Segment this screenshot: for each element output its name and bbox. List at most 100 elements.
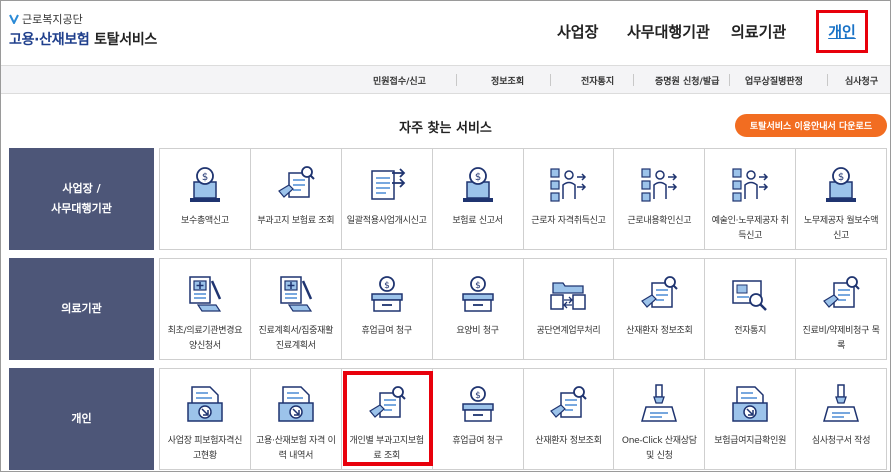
service-tile[interactable]: $ 보험료 신고서 (433, 149, 524, 249)
subnav-disease[interactable]: 업무상질병판정 (745, 74, 803, 87)
medical-document-icon (184, 273, 226, 315)
coin-monitor-icon: $ (457, 163, 499, 205)
service-tile-label: 휴업급여 청구 (361, 326, 412, 336)
subnav-divider (729, 74, 730, 86)
service-tile[interactable]: 고용·산재보험 자격 이력 내역서 (251, 369, 342, 469)
service-tile[interactable]: 전자통지 (705, 259, 797, 359)
service-tile[interactable]: 심사청구서 작성 (796, 369, 886, 469)
service-tile[interactable]: 일괄적용사업개시신고 (342, 149, 433, 249)
category-label: 개인 (71, 412, 92, 425)
category-label: 사업장 / 사무대행기관 (51, 182, 112, 215)
highlight-box (343, 371, 433, 466)
service-row-workplace: $ 보수총액신고 부과고지 보험료 조회 일괄적용사업개시신고 $ 보험료 신고서 근로자 … (159, 148, 887, 250)
service-tile[interactable]: 진료비/약제비청구 목록 (796, 259, 886, 359)
coin-monitor-icon: $ (820, 163, 862, 205)
service-tile[interactable]: 부과고지 보험료 조회 (251, 149, 342, 249)
service-tile[interactable]: 진료계획서/집중재활진료계획서 (251, 259, 342, 359)
service-tile[interactable]: 공단연계업무처리 (524, 259, 615, 359)
service-tile[interactable]: $ 휴업급여 청구 (433, 369, 524, 469)
service-tile[interactable]: 예술인·노무제공자 취득신고 (705, 149, 797, 249)
svg-text:$: $ (475, 391, 481, 401)
svg-text:$: $ (384, 281, 390, 291)
service-tile-label: 공단연계업무처리 (536, 326, 601, 336)
nav-personal[interactable]: 개인 (816, 10, 868, 53)
service-tile-label: 산재환자 정보조회 (535, 436, 602, 446)
svg-text:$: $ (202, 172, 208, 183)
service-tile[interactable]: 사업장 피보험자격신고현황 (160, 369, 251, 469)
svg-text:$: $ (838, 172, 844, 183)
tray-arrow-icon (275, 383, 317, 425)
subnav-info[interactable]: 정보조회 (491, 74, 524, 87)
subnav-civil[interactable]: 민원접수/신고 (373, 74, 426, 87)
pen-document-icon (638, 383, 680, 425)
service-tile-label: One-Click 산재상담 및 신청 (621, 436, 697, 461)
subnav-divider (633, 74, 634, 86)
service-tile-label: 전자통지 (734, 326, 767, 336)
subnav-notice[interactable]: 전자통지 (581, 74, 614, 87)
coin-monitor-icon: $ (184, 163, 226, 205)
nav-agency[interactable]: 사무대행기관 (627, 21, 710, 42)
service-tile-label: 보험급여지급확인원 (714, 436, 787, 446)
guide-download-button[interactable]: 토탈서비스 이용안내서 다운로드 (735, 114, 887, 137)
tray-arrow-icon (729, 383, 771, 425)
service-tile[interactable]: $ 노무제공자 월보수액 신고 (796, 149, 886, 249)
svg-text:$: $ (475, 281, 481, 291)
service-tile-label: 일괄적용사업개시신고 (346, 216, 427, 226)
service-tile[interactable]: $ 보수총액신고 (160, 149, 251, 249)
coin-box-icon: $ (366, 273, 408, 315)
nav-workplace[interactable]: 사업장 (557, 21, 598, 42)
service-tile-label: 진료비/약제비청구 목록 (802, 326, 880, 351)
subnav-certificate[interactable]: 증명원 신청/발급 (655, 74, 719, 87)
category-workplace: 사업장 / 사무대행기관 (9, 148, 154, 250)
document-search-icon (275, 163, 317, 205)
service-tile[interactable]: One-Click 산재상담 및 신청 (614, 369, 706, 469)
nav-medical[interactable]: 의료기관 (731, 21, 786, 42)
document-arrow-icon (366, 163, 408, 205)
notice-search-icon (729, 273, 771, 315)
service-tile[interactable]: 근로자 자격취득신고 (524, 149, 615, 249)
logo[interactable]: 근로복지공단 고용·산재보험 토탈서비스 (9, 12, 157, 49)
service-tile-label: 보험료 신고서 (452, 216, 503, 226)
svg-text:$: $ (474, 172, 480, 183)
title-blue: 고용·산재보험 (9, 32, 90, 48)
people-grid-icon (729, 163, 771, 205)
category-label: 의료기관 (61, 302, 102, 315)
category-medical: 의료기관 (9, 258, 154, 360)
service-tile-label: 심사청구서 작성 (811, 436, 871, 446)
service-tile[interactable]: $ 요양비 청구 (433, 259, 524, 359)
sub-navigation: 민원접수/신고 정보조회 전자통지 증명원 신청/발급 업무상질병판정 심사청구 (1, 65, 890, 94)
service-tile-label: 보수총액신고 (180, 216, 229, 226)
people-grid-icon (547, 163, 589, 205)
service-tile[interactable]: 산재환자 정보조회 (614, 259, 706, 359)
coin-box-icon: $ (457, 273, 499, 315)
document-search-icon (638, 273, 680, 315)
service-tile-label: 휴업급여 청구 (452, 436, 503, 446)
service-tile[interactable]: $ 휴업급여 청구 (342, 259, 433, 359)
service-tile-label: 요양비 청구 (456, 326, 499, 336)
subnav-appeal[interactable]: 심사청구 (845, 74, 878, 87)
document-search-icon (820, 273, 862, 315)
site-header: 근로복지공단 고용·산재보험 토탈서비스 사업장 사무대행기관 의료기관 개인 (1, 1, 890, 65)
tray-arrow-icon (184, 383, 226, 425)
service-tile-label: 노무제공자 월보수액 신고 (803, 216, 879, 241)
service-tile-label: 산재환자 정보조회 (626, 326, 693, 336)
service-tile[interactable]: 산재환자 정보조회 (524, 369, 615, 469)
pen-document-icon (820, 383, 862, 425)
service-tile-label: 최초/의료기관변경요양신청서 (167, 326, 243, 351)
service-row-personal: 사업장 피보험자격신고현황 고용·산재보험 자격 이력 내역서 개인별 부과고지보험… (159, 368, 887, 470)
service-tile-label: 진료계획서/집중재활진료계획서 (258, 326, 334, 351)
service-tile-label: 사업장 피보험자격신고현황 (167, 436, 243, 461)
service-tile-label: 근로내용확인신고 (627, 216, 692, 226)
document-search-icon (547, 383, 589, 425)
category-personal: 개인 (9, 368, 154, 470)
subnav-divider (550, 74, 551, 86)
service-tile[interactable]: 보험급여지급확인원 (705, 369, 797, 469)
service-tile-label: 예술인·노무제공자 취득신고 (711, 216, 789, 241)
service-tile[interactable]: 최초/의료기관변경요양신청서 (160, 259, 251, 359)
service-tile-label: 부과고지 보험료 조회 (257, 216, 335, 226)
medical-document-icon (275, 273, 317, 315)
service-tile[interactable]: 근로내용확인신고 (614, 149, 706, 249)
people-grid-icon (638, 163, 680, 205)
subnav-divider (827, 74, 828, 86)
subnav-divider (456, 74, 457, 86)
